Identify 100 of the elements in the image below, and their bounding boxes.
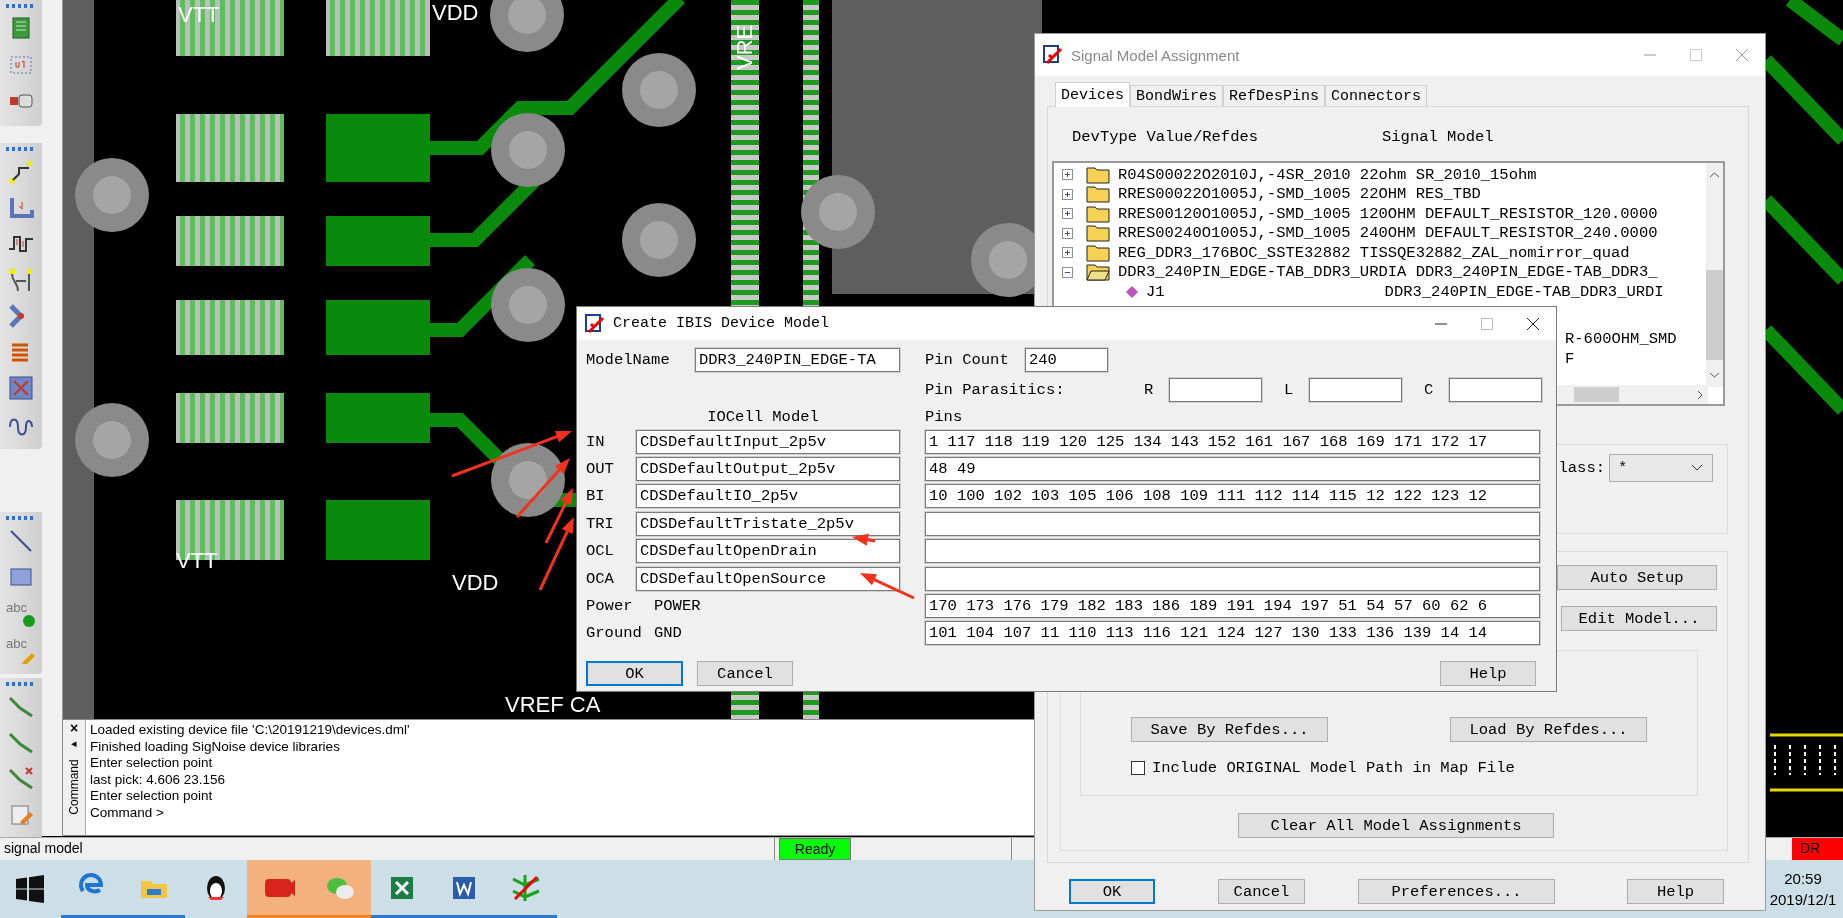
tree-item[interactable]: DDR3_240PIN_EDGE-TAB_DDR3_URDIA DDR3_240PIN_EDGE-TAB_DDR3_ — [1118, 263, 1658, 282]
folder-icon — [1086, 204, 1110, 223]
scroll-thumb[interactable] — [1706, 270, 1723, 360]
field-label: R — [1144, 381, 1155, 399]
column-header: Pins — [925, 408, 963, 426]
model-field[interactable]: CDSDefaultIO_2p5v — [636, 484, 900, 509]
row-label: TRI — [586, 514, 615, 533]
pin-icon[interactable]: ◂ — [71, 736, 77, 750]
model-name-field[interactable]: DDR3_240PIN_EDGE-TA — [695, 348, 900, 372]
load-button[interactable]: Load By Refdes... — [1450, 717, 1647, 742]
app-icon — [1043, 45, 1063, 65]
console-line: Enter selection point — [90, 788, 214, 805]
console-line: Command > — [90, 804, 165, 821]
pins-field[interactable]: 1 117 118 119 120 125 134 143 152 161 167 168 169 171 172 17 — [925, 429, 1540, 454]
pins-field[interactable]: 10 100 102 103 105 106 108 109 111 112 114 115 12 122 123 12 — [925, 484, 1540, 509]
windows-start-icon[interactable] — [16, 875, 44, 903]
pins-field[interactable]: 48 49 — [925, 457, 1540, 482]
grip-handle[interactable] — [6, 516, 36, 520]
grip-handle[interactable] — [6, 147, 36, 151]
tree-item[interactable]: RRES00240O1005J,-SMD_1005 240OHM DEFAULT_RESISTOR_240.0000 — [1118, 224, 1658, 243]
folder-icon — [1086, 165, 1110, 184]
class-dropdown[interactable]: * — [1609, 454, 1713, 482]
net-label: VRE — [732, 24, 757, 70]
grip-handle[interactable] — [6, 4, 36, 8]
model-field[interactable]: CDSDefaultTristate_2p5v — [636, 511, 900, 536]
tree-item[interactable]: J1 — [1146, 282, 1165, 301]
model-field[interactable]: CDSDefaultOpenSource — [636, 566, 900, 591]
arrow-annotation — [860, 573, 915, 600]
console-line: last pick: 4.606 23.156 — [90, 771, 227, 788]
dialog-button[interactable]: Help — [1440, 661, 1536, 687]
dialog-button[interactable]: OK — [1069, 879, 1155, 904]
dialog-button[interactable]: OK — [586, 661, 683, 687]
net-label: VREF CA — [505, 692, 601, 717]
vertical-scrollbar[interactable] — [1706, 163, 1723, 387]
tree-item[interactable]: F — [1565, 349, 1575, 368]
console-line: Finished loading SigNoise device libraries — [90, 738, 341, 755]
model-field[interactable]: CDSDefaultOpenDrain — [636, 539, 900, 564]
auto-setup-button[interactable]: Auto Setup — [1557, 565, 1717, 590]
model-field[interactable]: CDSDefaultInput_2p5v — [636, 429, 900, 454]
tree-item[interactable]: R-600OHM_SMD — [1565, 330, 1677, 349]
pin-count-field[interactable]: 240 — [1025, 348, 1108, 372]
folder-icon — [1086, 185, 1110, 204]
tree-item[interactable]: REG_DDR3_176BOC_SSTE32882 TISSQE32882_ZAL_nomirror_quad — [1118, 243, 1630, 262]
clock-date[interactable]: 2019/12/1 — [1769, 891, 1837, 908]
edit-model-button[interactable]: Edit Model... — [1561, 606, 1717, 631]
field-label: C — [1424, 381, 1435, 399]
console-line: Enter selection point — [90, 755, 214, 772]
column-header: IOCell Model — [707, 408, 819, 426]
include-path-checkbox[interactable]: Include ORIGINAL Model Path in Map File — [1131, 759, 1697, 777]
row-label: OCL — [586, 542, 615, 561]
tab[interactable]: RefDesPins — [1223, 85, 1326, 106]
tab[interactable]: Connectors — [1325, 85, 1428, 106]
row-label: BI — [586, 487, 606, 506]
signal-model-text: DDR3_240PIN_EDGE-TAB_DDR3_URDI — [1384, 282, 1664, 301]
row-label: Power — [586, 597, 634, 616]
dialog-button[interactable]: Help — [1627, 879, 1724, 904]
checkbox[interactable] — [1131, 761, 1145, 775]
close-icon[interactable]: × — [69, 720, 79, 736]
row-label: OCA — [586, 569, 615, 588]
tab[interactable]: BondWires — [1130, 85, 1224, 106]
save-button[interactable]: Save By Refdes... — [1131, 717, 1328, 742]
status-ready: Ready — [779, 838, 851, 860]
scroll-thumb[interactable] — [1574, 387, 1619, 402]
field-label: L — [1284, 381, 1295, 399]
pins-field[interactable]: 170 173 176 179 182 183 186 189 191 194 197 51 54 57 60 62 6 — [925, 594, 1540, 619]
folder-icon — [1086, 224, 1110, 243]
pins-field[interactable]: 101 104 107 11 110 113 116 121 124 127 130 133 136 139 14 14 — [925, 621, 1540, 646]
column-header: Signal Model — [1382, 128, 1494, 148]
dialog-button[interactable]: Preferences... — [1358, 879, 1555, 904]
pins-field[interactable] — [925, 539, 1540, 564]
tree-item[interactable]: R04S00022O2010J,-4SR_2010 22ohm SR_2010_15ohm — [1118, 165, 1537, 184]
grid-icon[interactable] — [6, 373, 36, 403]
class-label: lass: — [1558, 458, 1605, 479]
parasitic-field[interactable] — [1449, 378, 1542, 402]
open-folder-icon — [1086, 263, 1110, 282]
tab[interactable]: Devices — [1055, 82, 1130, 107]
row-label: Ground — [586, 624, 643, 643]
field-label: ModelName — [586, 351, 670, 369]
parasitic-field[interactable] — [1169, 378, 1262, 402]
drc-indicator: DR — [1792, 838, 1843, 860]
row-label: IN — [586, 432, 606, 451]
window-title: Create IBIS Device Model — [613, 315, 831, 332]
pins-field[interactable] — [925, 566, 1540, 591]
panel-title: Command — [67, 759, 81, 815]
grip-handle[interactable] — [6, 682, 36, 686]
tree-item[interactable]: RRES00120O1005J,-SMD_1005 120OHM DEFAULT_RESISTOR_120.0000 — [1118, 204, 1658, 223]
pins-field[interactable] — [925, 511, 1540, 536]
net-label: VDD — [432, 0, 479, 25]
tree-item[interactable]: RRES00022O1005J,-SMD_1005 22OHM RES_TBD — [1118, 185, 1481, 204]
window-title: Signal Model Assignment — [1071, 46, 1241, 64]
folder-icon — [1086, 243, 1110, 262]
column-header: DevType Value/Refdes — [1072, 128, 1260, 148]
parasitic-field[interactable] — [1309, 378, 1402, 402]
clock-time[interactable]: 20:59 — [1784, 870, 1822, 887]
dialog-button[interactable]: Cancel — [1218, 879, 1305, 904]
clear-assignments-button[interactable]: Clear All Model Assignments — [1238, 813, 1554, 838]
model-field[interactable]: CDSDefaultOutput_2p5v — [636, 457, 900, 482]
field-label: Pin Parasitics: — [925, 381, 1066, 399]
dialog-button[interactable]: Cancel — [697, 661, 793, 687]
model-text: POWER — [654, 597, 701, 616]
